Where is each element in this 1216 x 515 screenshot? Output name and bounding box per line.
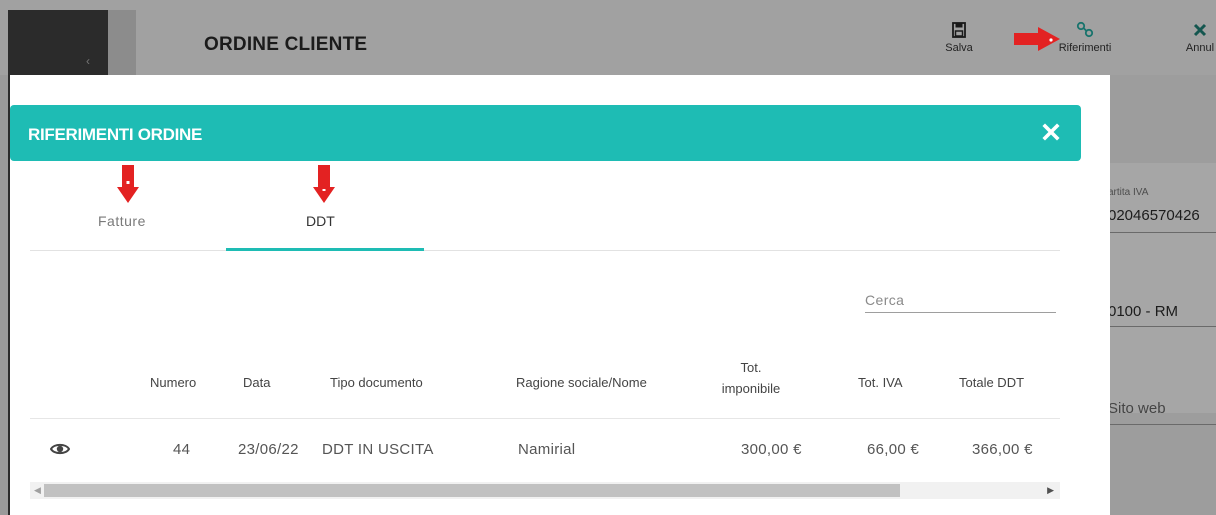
save-icon: [952, 22, 966, 38]
close-icon[interactable]: [1040, 121, 1062, 143]
search-input[interactable]: [865, 288, 1056, 313]
col-header-ragione[interactable]: Ragione sociale/Nome: [516, 375, 647, 390]
col-header-numero[interactable]: Numero: [150, 375, 196, 390]
scrollbar-thumb[interactable]: [44, 484, 900, 497]
col-header-tot-iva[interactable]: Tot. IVA: [858, 375, 903, 390]
save-button[interactable]: Salva: [944, 20, 974, 54]
vat-value: 02046570426: [1108, 207, 1200, 224]
tab-fatture[interactable]: Fatture: [98, 213, 146, 229]
cancel-button-label: Annul: [1185, 42, 1215, 54]
modal-header: RIFERIMENTI ORDINE: [10, 105, 1081, 161]
vat-field-line: [1108, 232, 1216, 233]
cell-ragione: Namirial: [518, 441, 576, 458]
col-header-data[interactable]: Data: [243, 375, 270, 390]
col-header-tot-imponibile-line2: imponibile: [721, 381, 781, 396]
red-arrow-icon: [1014, 27, 1060, 51]
references-modal: RIFERIMENTI ORDINE Fatture DDT Numero Da…: [10, 75, 1110, 515]
cell-tipo: DDT IN USCITA: [322, 441, 434, 458]
references-button-label: Riferimenti: [1058, 42, 1112, 54]
col-header-tipo[interactable]: Tipo documento: [330, 375, 423, 390]
col-header-tot-imponibile[interactable]: Tot. imponibile: [718, 357, 784, 399]
cell-totale-ddt: 366,00 €: [972, 441, 1033, 458]
active-tab-indicator: [226, 248, 424, 251]
cancel-button[interactable]: Annul: [1180, 20, 1216, 54]
col-header-totale-ddt[interactable]: Totale DDT: [959, 375, 1024, 390]
red-arrow-icon: [117, 165, 139, 203]
link-icon: [1076, 21, 1094, 38]
close-icon: [1193, 23, 1207, 37]
website-field-line: [1108, 424, 1216, 425]
cell-tot-imponibile: 300,00 €: [741, 441, 802, 458]
chevron-left-icon: ‹: [86, 54, 90, 68]
red-arrow-icon: [313, 165, 335, 203]
city-value: 0100 - RM: [1108, 303, 1179, 320]
horizontal-scrollbar[interactable]: ◀ ▶: [30, 482, 1060, 499]
scroll-left-icon[interactable]: ◀: [34, 485, 41, 496]
eye-icon[interactable]: [50, 442, 70, 456]
scroll-right-icon[interactable]: ▶: [1047, 485, 1054, 496]
cell-numero: 44: [173, 441, 191, 458]
modal-title: RIFERIMENTI ORDINE: [28, 125, 203, 144]
save-button-label: Salva: [945, 42, 973, 54]
page-title: ORDINE CLIENTE: [204, 34, 368, 55]
tabs-divider: [30, 250, 1060, 251]
tab-ddt[interactable]: DDT: [306, 213, 335, 229]
table-header-divider: [30, 418, 1060, 419]
website-label: Sito web: [1108, 400, 1166, 417]
col-header-tot-imponibile-line1: Tot.: [740, 360, 762, 375]
cell-tot-iva: 66,00 €: [867, 441, 920, 458]
cell-data: 23/06/22: [238, 441, 299, 458]
vat-label: artita IVA: [1108, 187, 1149, 198]
city-field-line: [1108, 326, 1216, 327]
